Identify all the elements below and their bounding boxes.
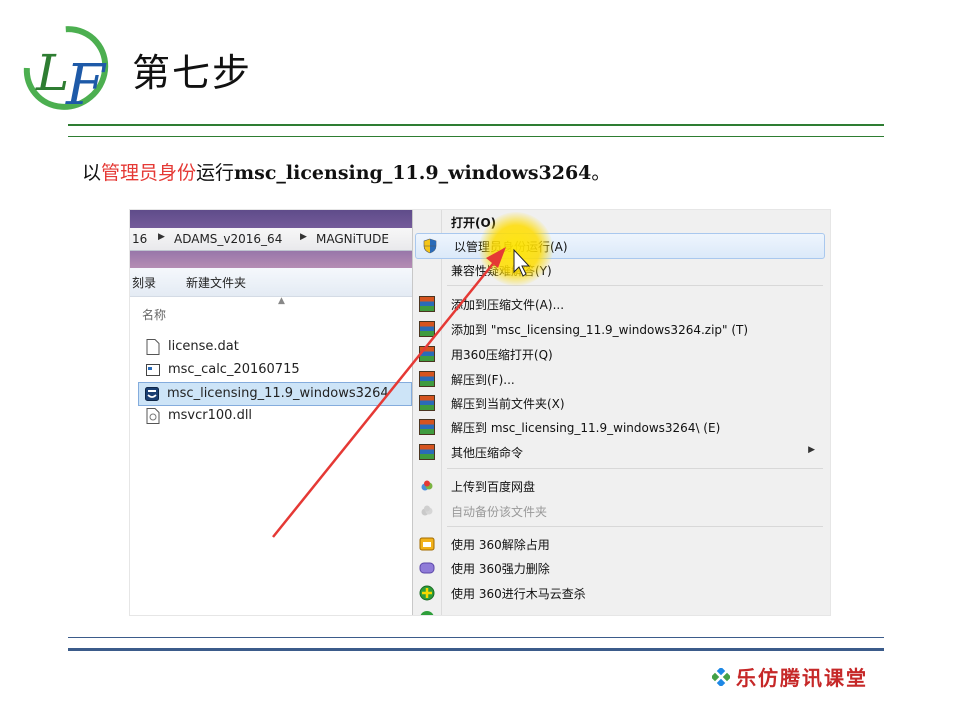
svg-text:L: L: [35, 44, 69, 102]
red-arrow-line: [272, 259, 497, 538]
header-rule: [68, 124, 884, 126]
instruction-suffix: 。: [591, 162, 611, 184]
instruction-highlight: 管理员身份: [101, 162, 197, 184]
footer-brand: 乐仿腾讯课堂: [736, 666, 868, 690]
footer-rule: [68, 648, 884, 651]
header-rule-thin: [68, 136, 884, 137]
svg-text:F: F: [65, 53, 107, 116]
screenshot-panel: 16 ▶ ADAMS_v2016_64 ▶ MAGNiTUDE 刻录 新建文件夹…: [129, 209, 831, 616]
lf-logo: L F: [23, 26, 109, 116]
instruction-middle: 运行: [196, 162, 235, 184]
instruction-text: 以管理员身份运行msc_licensing_11.9_windows3264。: [82, 158, 610, 185]
brand-diamond-icon: [712, 668, 730, 686]
instruction-filename: msc_licensing_11.9_windows3264: [234, 162, 592, 184]
footer-rule-thin: [68, 637, 884, 638]
red-arrow-head: [486, 247, 506, 268]
annotation-overlay: [272, 247, 531, 538]
slide-title: 第七步: [132, 51, 253, 95]
instruction-prefix: 以: [82, 162, 102, 184]
mouse-pointer-icon: [513, 248, 531, 277]
